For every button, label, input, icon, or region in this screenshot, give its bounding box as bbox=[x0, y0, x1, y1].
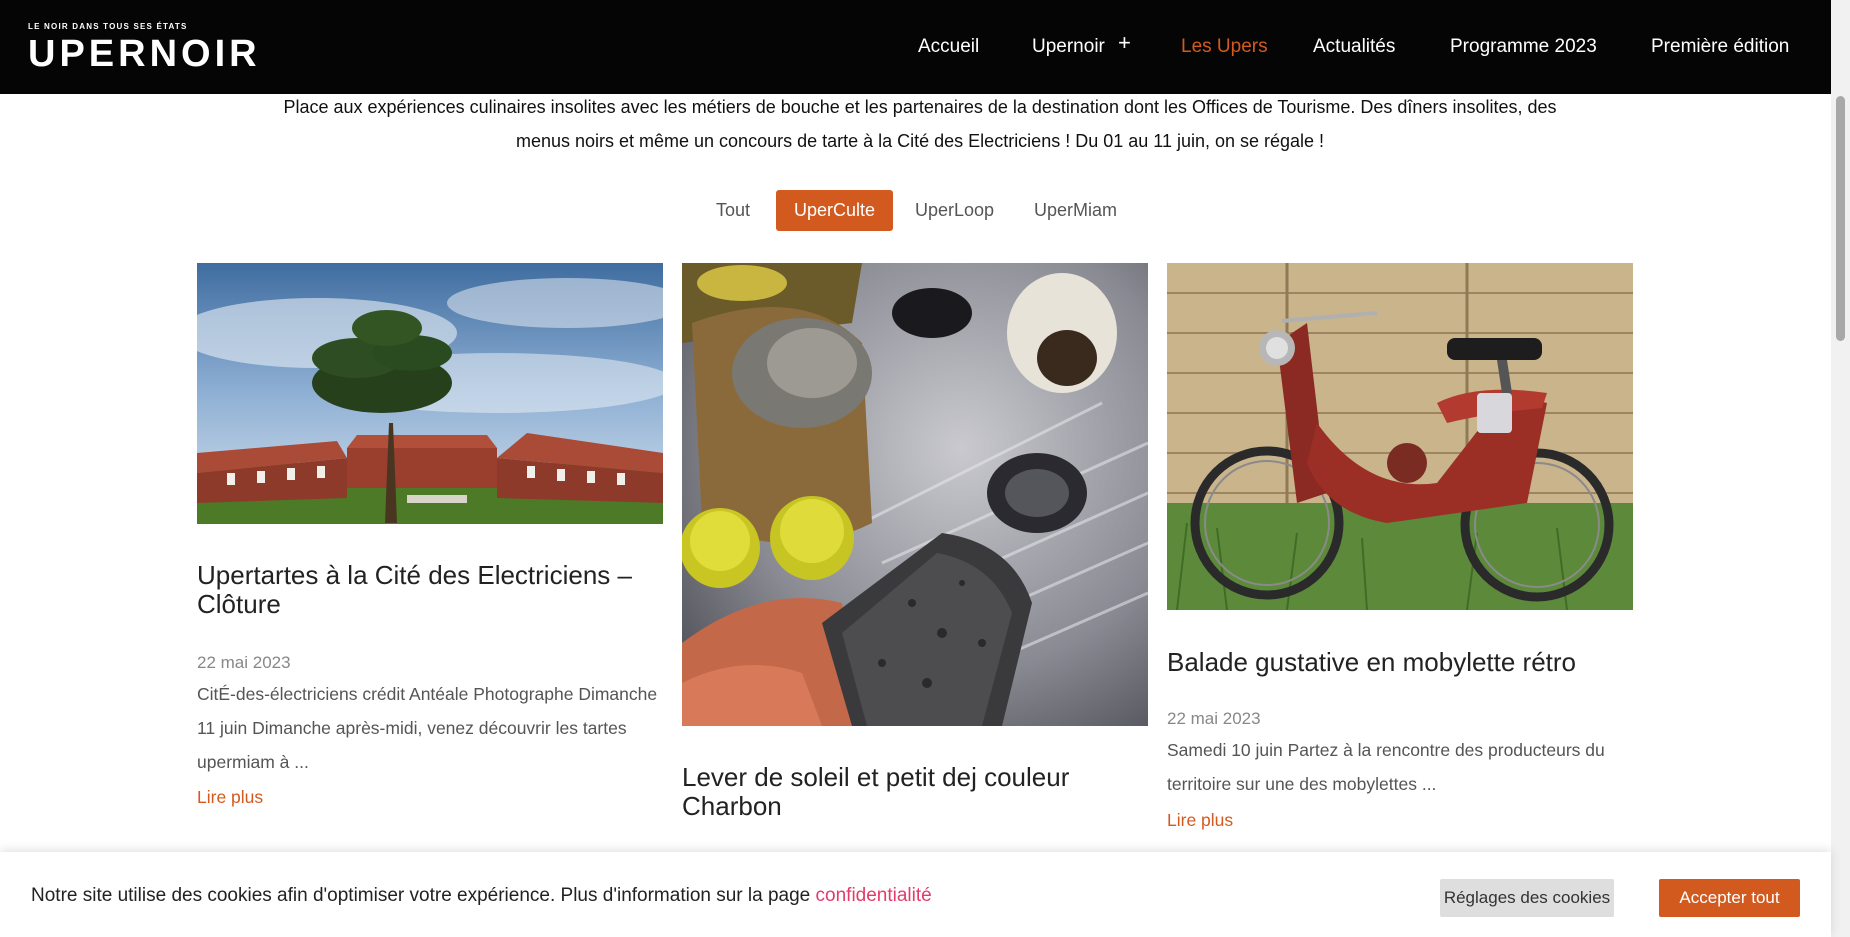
card-date: 22 mai 2023 bbox=[1167, 709, 1261, 728]
card-title[interactable]: Balade gustative en mobylette rétro bbox=[1167, 648, 1633, 677]
filter-tout[interactable]: Tout bbox=[698, 190, 768, 231]
brick-houses-photo bbox=[197, 263, 663, 524]
nav-item-premiere-edition[interactable]: Première édition bbox=[1651, 36, 1789, 58]
scrollbar-thumb[interactable] bbox=[1836, 96, 1845, 341]
black-bread-picnic-photo bbox=[682, 263, 1148, 726]
card-image-moped[interactable] bbox=[1167, 263, 1633, 610]
card-date: 22 mai 2023 bbox=[197, 653, 291, 672]
page-scrollbar[interactable] bbox=[1831, 0, 1850, 937]
nav-item-les-upers[interactable]: Les Upers bbox=[1181, 36, 1268, 58]
nav-item-accueil[interactable]: Accueil bbox=[918, 36, 979, 58]
read-more-link[interactable]: Lire plus bbox=[197, 787, 263, 808]
privacy-link[interactable]: confidentialité bbox=[816, 885, 932, 906]
cookie-banner: Notre site utilise des cookies afin d'op… bbox=[0, 852, 1831, 937]
card-image-black-bread[interactable] bbox=[682, 263, 1148, 726]
submenu-plus-icon[interactable]: + bbox=[1118, 30, 1131, 56]
filter-uperloop[interactable]: UperLoop bbox=[897, 190, 1012, 231]
vintage-moped-photo bbox=[1167, 263, 1633, 610]
card-image-brick-houses[interactable] bbox=[197, 263, 663, 524]
filter-uperculte[interactable]: UperCulte bbox=[776, 190, 894, 231]
cookie-message: Notre site utilise des cookies afin d'op… bbox=[31, 885, 932, 907]
read-more-link[interactable]: Lire plus bbox=[1167, 810, 1233, 831]
card-excerpt: Samedi 10 juin Partez à la rencontre des… bbox=[1167, 740, 1605, 794]
cookie-text: Notre site utilise des cookies afin d'op… bbox=[31, 885, 816, 906]
intro-text: Place aux expériences culinaires insolit… bbox=[200, 90, 1640, 158]
main-nav: Accueil Upernoir + Les Upers Actualités … bbox=[0, 0, 1831, 94]
site-header: LE NOIR DANS TOUS SES ÉTATS UPERNOIR Acc… bbox=[0, 0, 1831, 94]
nav-item-actualites[interactable]: Actualités bbox=[1313, 36, 1395, 58]
filter-upermiam[interactable]: UperMiam bbox=[1016, 190, 1135, 231]
card-title[interactable]: Lever de soleil et petit dej couleur Cha… bbox=[682, 763, 1148, 821]
intro-line-2: menus noirs et même un concours de tarte… bbox=[515, 131, 1325, 151]
category-filters: Tout UperCulte UperLoop UperMiam bbox=[0, 190, 1831, 232]
nav-item-upernoir[interactable]: Upernoir bbox=[1032, 36, 1105, 58]
card-title[interactable]: Upertartes à la Cité des Electriciens – … bbox=[197, 561, 663, 619]
accept-all-button[interactable]: Accepter tout bbox=[1659, 879, 1800, 917]
cookie-settings-button[interactable]: Réglages des cookies bbox=[1440, 879, 1614, 917]
card-excerpt: CitÉ-des-électriciens crédit Antéale Pho… bbox=[197, 684, 658, 772]
intro-line-1: Place aux expériences culinaires insolit… bbox=[283, 97, 1557, 117]
nav-item-programme-2023[interactable]: Programme 2023 bbox=[1450, 36, 1597, 58]
